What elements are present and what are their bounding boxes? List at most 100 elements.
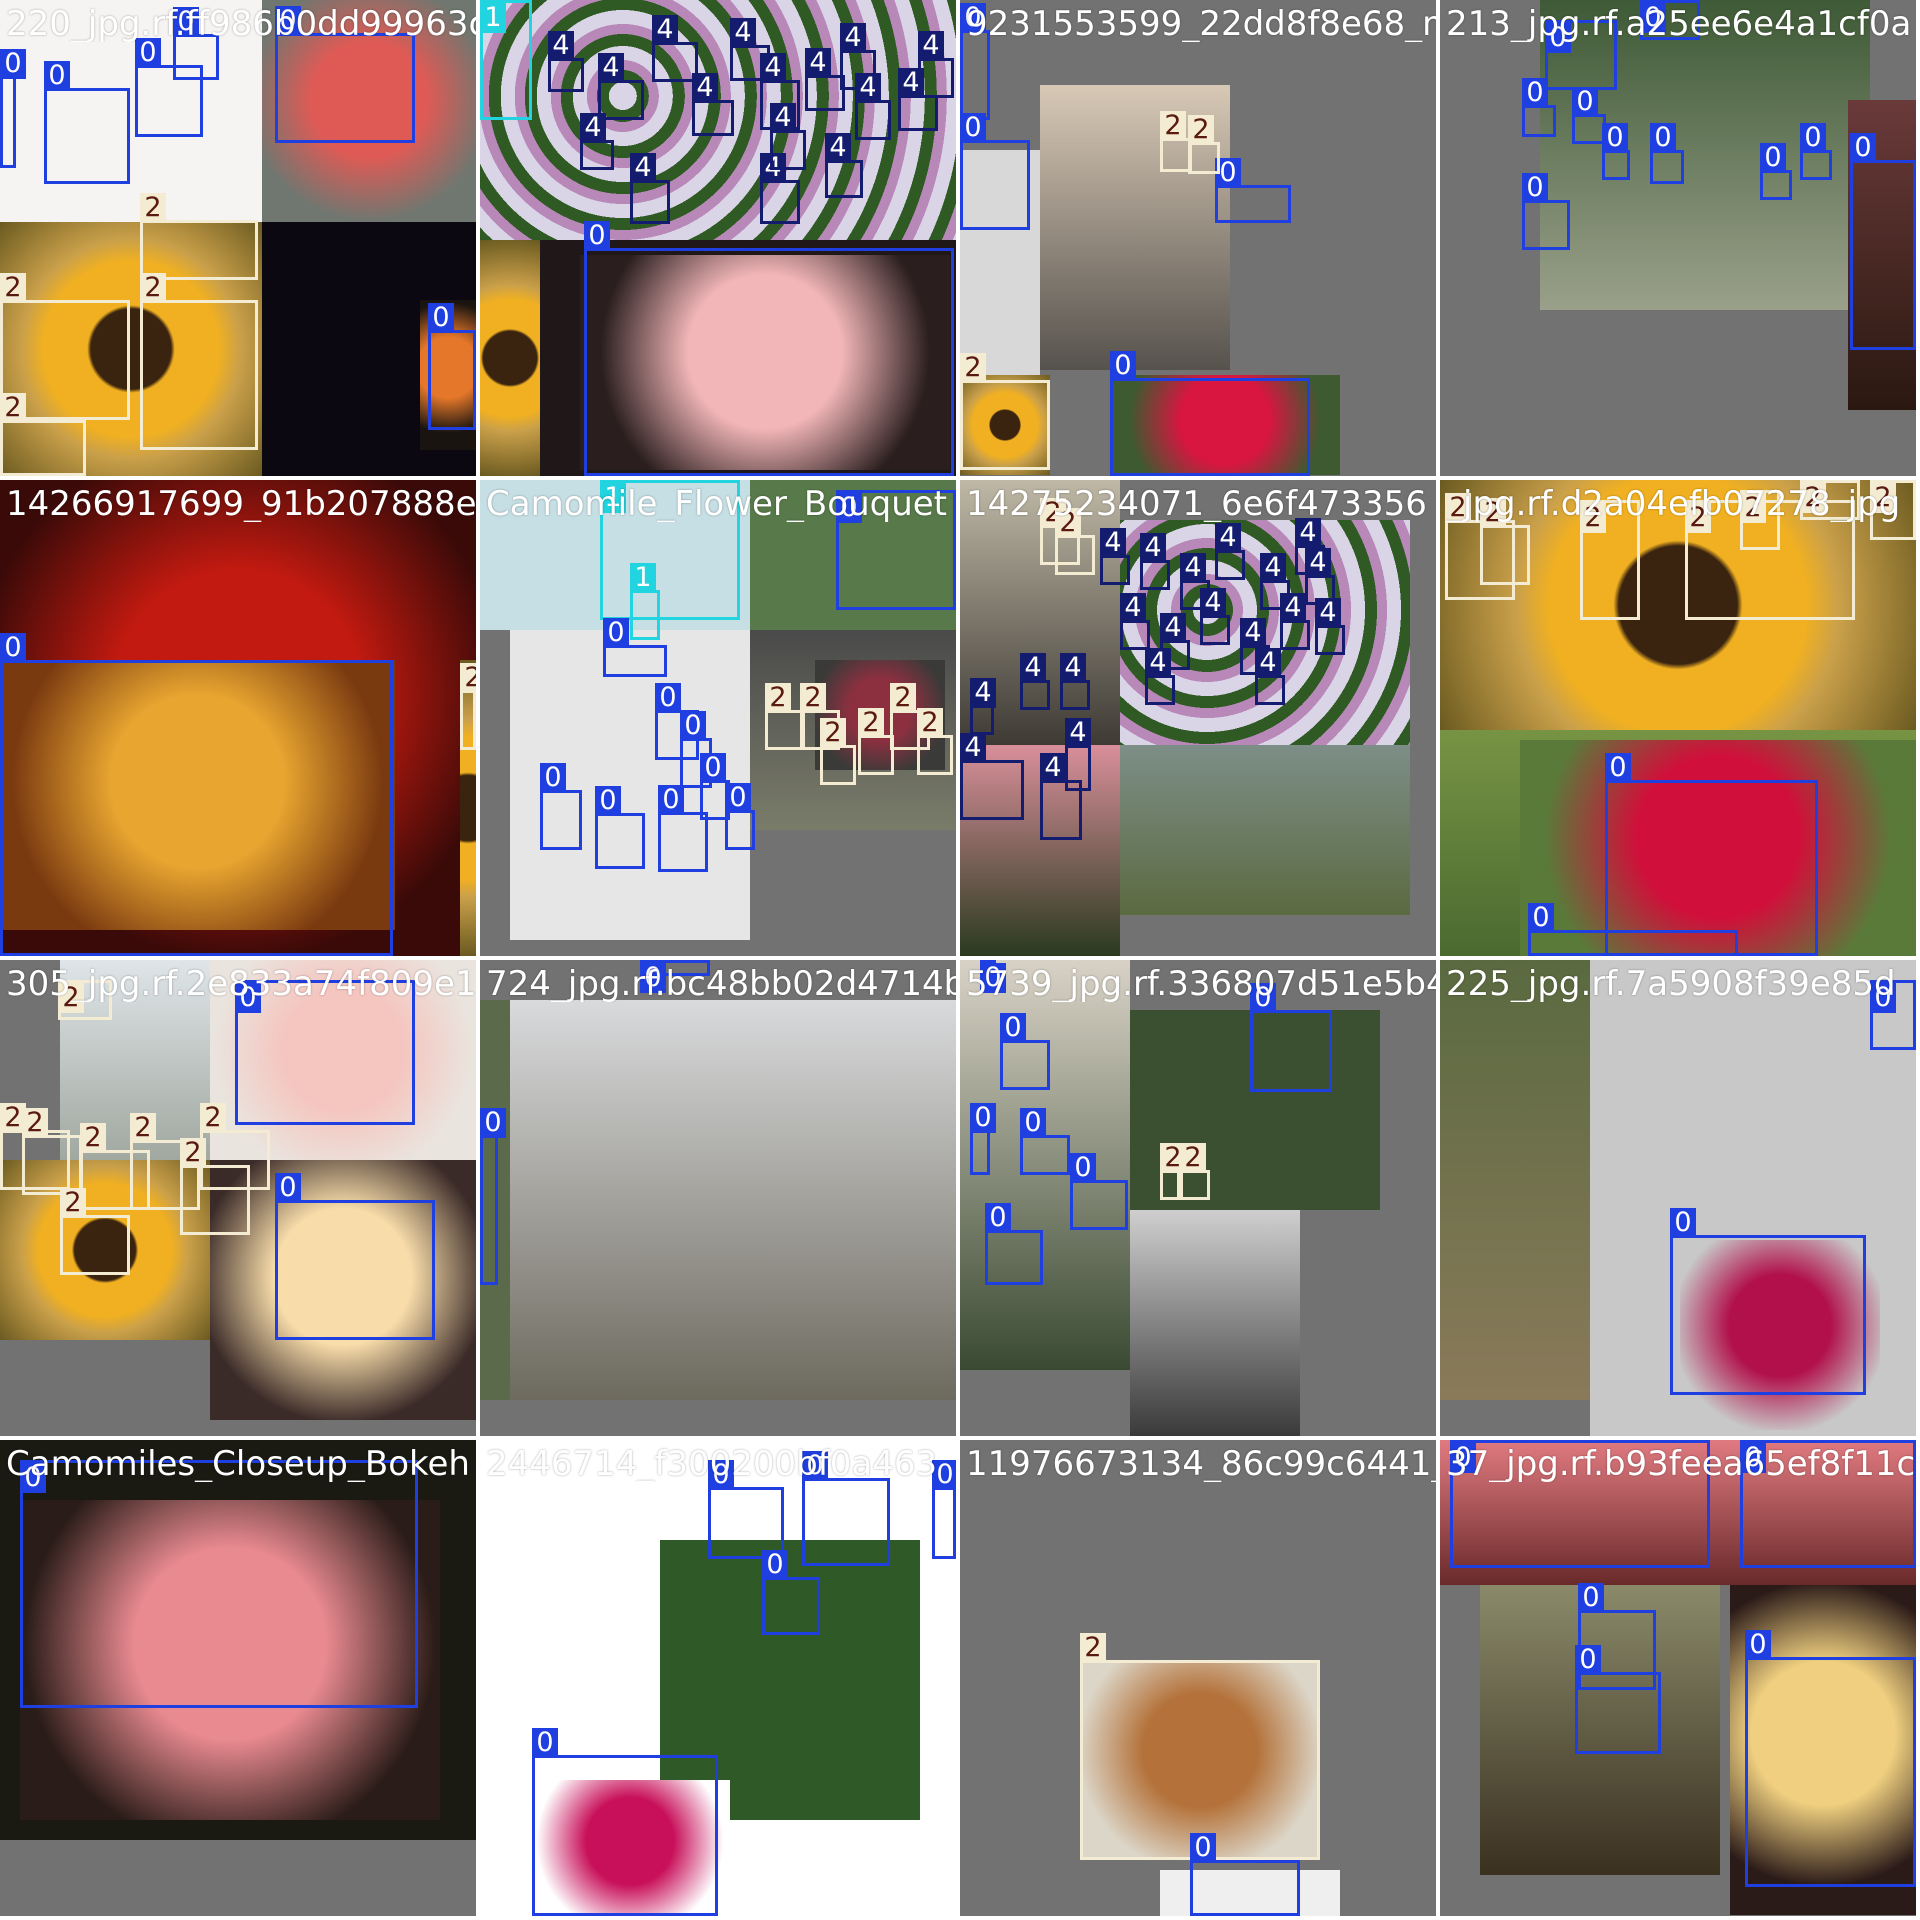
class-id-label: 0 — [658, 785, 684, 815]
class-id-label: 0 — [1190, 1833, 1216, 1863]
bounding-box-class-2: 2 — [858, 708, 894, 775]
bounding-box-class-2: 2 — [60, 1188, 130, 1275]
bounding-box-class-0: 0 — [0, 49, 26, 168]
bounding-box-class-1: 1 — [480, 0, 532, 120]
bounding-box-class-4: 4 — [770, 103, 806, 170]
class-id-label: 4 — [1100, 528, 1126, 558]
class-id-label: 4 — [805, 48, 831, 78]
class-id-label: 0 — [970, 1103, 996, 1133]
photo-crop — [480, 1000, 956, 1400]
class-id-label: 0 — [428, 303, 454, 333]
bounding-box-class-0: 0 — [1070, 1153, 1128, 1230]
class-id-label: 2 — [858, 708, 884, 738]
class-id-label: 4 — [1240, 618, 1266, 648]
bounding-box-class-2: 2 — [820, 718, 856, 785]
bounding-box-class-0: 0 — [480, 1108, 506, 1285]
bounding-box-class-0: 0 — [603, 618, 667, 677]
bounding-box-class-2: 2 — [1055, 508, 1095, 575]
class-id-label: 4 — [598, 53, 624, 83]
bounding-box-class-0: 0 — [1572, 87, 1606, 144]
class-id-label: 2 — [0, 393, 26, 423]
class-id-label: 1 — [630, 563, 656, 593]
bounding-box-class-4: 4 — [855, 73, 891, 140]
class-id-label: 0 — [135, 38, 161, 68]
class-id-label: 0 — [1572, 87, 1598, 117]
class-id-label: 0 — [985, 1203, 1011, 1233]
class-id-label: 0 — [1528, 903, 1554, 933]
class-id-label: 4 — [918, 31, 944, 61]
mosaic-tile: 9231553599_22dd8f8e68_m_jpg.rf.553492d70… — [960, 0, 1436, 476]
bounding-box-class-0: 0 — [20, 1460, 418, 1708]
class-id-label: 0 — [603, 618, 629, 648]
augmented-training-mosaic: 220_jpg.rf.ff986b0dd99963c8 0 0 0 0 0 2 2 2 2 0 1 4 4… — [0, 0, 1920, 1920]
bounding-box-class-2: 2 — [765, 683, 805, 750]
bounding-box-class-4: 4 — [1120, 593, 1150, 650]
class-id-label: 4 — [840, 23, 866, 53]
class-id-label: 0 — [0, 633, 26, 663]
bounding-box-class-0: 0 — [1000, 1013, 1050, 1090]
bounding-box-class-2: 2 — [22, 1108, 82, 1195]
bounding-box-class-4: 4 — [548, 31, 584, 92]
class-id-label: 2 — [960, 353, 986, 383]
class-id-label: 0 — [532, 1728, 558, 1758]
mosaic-tile: 724_jpg.rf.bc48bb02d4714b 0 0 — [480, 960, 956, 1436]
class-id-label: 0 — [1522, 78, 1548, 108]
mosaic-tile: 225_jpg.rf.7a5908f39e85d 0 0 — [1440, 960, 1916, 1436]
class-id-label: 2 — [0, 273, 26, 303]
class-id-label: 2 — [140, 273, 166, 303]
tile-filename-caption: 5739_jpg.rf.336807d51e5b41a3ae — [966, 966, 1436, 1002]
bounding-box-class-2: 2 — [1180, 1143, 1210, 1200]
class-id-label: 2 — [140, 193, 166, 223]
class-id-label: 2 — [765, 683, 791, 713]
class-id-label: 4 — [1160, 613, 1186, 643]
mosaic-tile: 220_jpg.rf.ff986b0dd99963c8 0 0 0 0 0 2 2 2 2 0 — [0, 0, 476, 476]
mosaic-tile: 144444444444444440 — [480, 0, 956, 476]
bounding-box-class-0: 0 — [658, 785, 708, 872]
bounding-box-class-2: 2 — [1480, 498, 1530, 585]
tile-filename-caption: 724_jpg.rf.bc48bb02d4714b — [486, 966, 956, 1002]
bounding-box-class-0: 0 — [1020, 1108, 1070, 1175]
tile-filename-caption: 220_jpg.rf.ff986b0dd99963c8 — [6, 6, 476, 42]
class-id-label: 4 — [855, 73, 881, 103]
mosaic-tile: 2446714_f300200bf0a463 0 0 0 0 0 — [480, 1440, 956, 1916]
class-id-label: 0 — [540, 763, 566, 793]
photo-crop — [1440, 960, 1590, 1400]
bounding-box-class-4: 4 — [1215, 523, 1245, 580]
class-id-label: 0 — [1575, 1645, 1601, 1675]
class-id-label: 4 — [580, 113, 606, 143]
class-id-label: 4 — [1200, 588, 1226, 618]
class-id-label: 2 — [917, 708, 943, 738]
class-id-label: 4 — [1295, 518, 1321, 548]
bounding-box-class-4: 4 — [580, 113, 614, 170]
bounding-box-class-0: 0 — [970, 1103, 996, 1175]
tile-filename-caption: 37_jpg.rf.b93feea65ef8f11c3c2f — [1446, 1446, 1916, 1482]
bounding-box-class-4: 4 — [630, 153, 670, 224]
bounding-box-class-2: 2 — [0, 393, 86, 476]
class-id-label: 4 — [1065, 718, 1091, 748]
bounding-box-class-0: 0 — [1215, 158, 1291, 223]
class-id-label: 0 — [1850, 133, 1876, 163]
tile-filename-caption: _jpg.rf.d2a04efb07278_jpg — [1446, 486, 1901, 522]
tile-filename-caption: Camomile_Flower_Bouquet — [486, 486, 947, 522]
bounding-box-class-2: 2 — [1160, 1143, 1186, 1200]
bounding-box-class-1: 1 — [630, 563, 660, 640]
bounding-box-class-0: 0 — [0, 633, 393, 956]
mosaic-tile: Camomile_Flower_Bouquet 1 1 0 0 0 0 0 0 0 0 0 2 2 2 2 2 2 — [480, 480, 956, 956]
bounding-box-class-0: 0 — [1110, 351, 1310, 476]
bounding-box-class-0: 0 — [1850, 133, 1916, 350]
bounding-box-class-0: 0 — [540, 763, 582, 850]
mosaic-tile: _jpg.rf.d2a04efb07278_jpg 2 2 2 2 2 2 2 0 0 — [1440, 480, 1916, 956]
class-id-label: 4 — [1060, 653, 1086, 683]
bounding-box-class-0: 0 — [960, 113, 1030, 230]
photo-crop — [1120, 745, 1410, 915]
bounding-box-class-0: 0 — [802, 1451, 890, 1566]
class-id-label: 4 — [1120, 593, 1146, 623]
bounding-box-class-0: 0 — [428, 303, 476, 430]
class-id-label: 4 — [1305, 548, 1331, 578]
bounding-box-class-0: 0 — [1800, 123, 1832, 180]
bounding-box-class-2: 2 — [460, 663, 476, 750]
class-id-label: 0 — [1670, 1208, 1696, 1238]
class-id-label: 2 — [22, 1108, 48, 1138]
class-id-label: 2 — [1188, 115, 1214, 145]
class-id-label: 0 — [960, 113, 986, 143]
